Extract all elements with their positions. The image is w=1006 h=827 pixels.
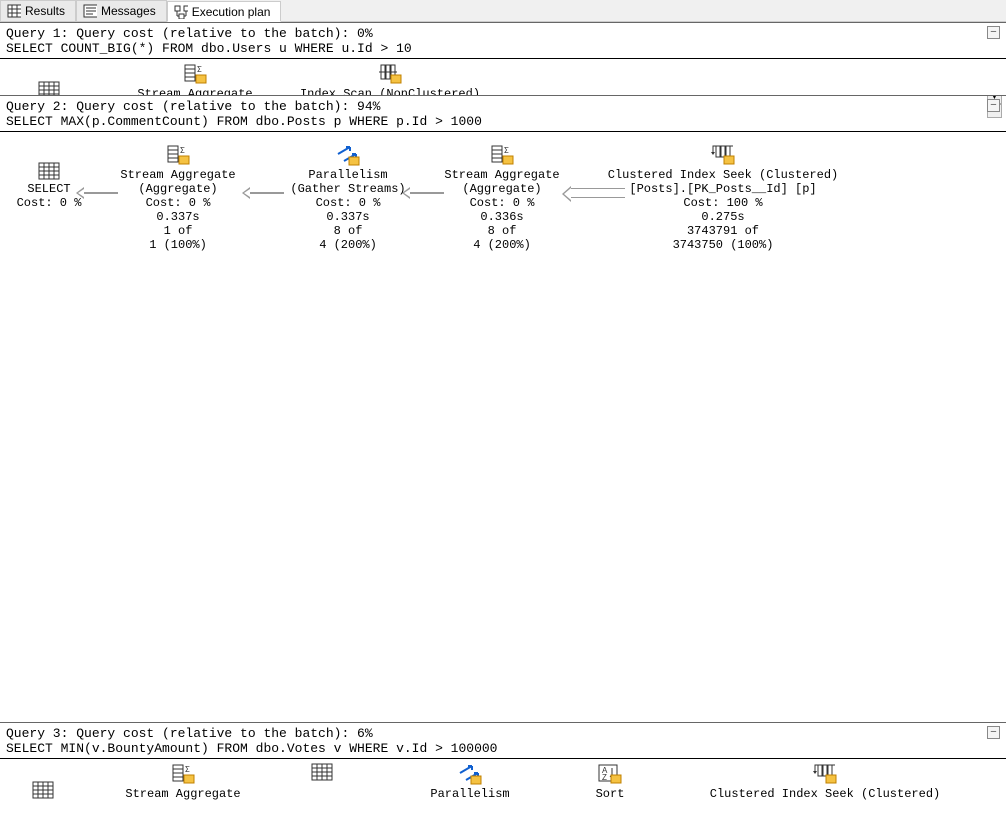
operator-detail-line: Index Scan (NonClustered) [290, 87, 490, 95]
execution-plan-icon [174, 5, 188, 19]
messages-icon [83, 4, 97, 18]
plan-operator-stream-agg[interactable]: Stream Aggregate [108, 763, 258, 801]
tab-results-label: Results [25, 4, 65, 18]
parallelism-icon [458, 763, 482, 785]
collapse-toggle[interactable]: − [987, 726, 1000, 739]
operator-detail-line: 3743750 (100%) [598, 238, 848, 252]
tab-messages[interactable]: Messages [76, 0, 167, 21]
operator-detail-line: 1 (100%) [108, 238, 248, 252]
operator-detail-line: Stream Aggregate [108, 168, 248, 182]
plan-operator-select[interactable] [292, 763, 352, 783]
operator-detail-line: 0.336s [432, 210, 572, 224]
operator-detail-line: [Posts].[PK_Posts__Id] [p] [598, 182, 848, 196]
operator-detail-line: 4 (200%) [432, 238, 572, 252]
stream-agg-icon [490, 144, 514, 166]
operator-detail-line: Stream Aggregate [120, 87, 270, 95]
operator-detail-line: (Aggregate) [108, 182, 248, 196]
query-header: Query 1: Query cost (relative to the bat… [0, 23, 1006, 41]
plan-operator-stream-agg[interactable]: Stream Aggregate [120, 63, 270, 95]
query-header: Query 2: Query cost (relative to the bat… [0, 96, 1006, 114]
operator-detail-line: Cost: 0 % [108, 196, 248, 210]
operator-detail-line: Stream Aggregate [432, 168, 572, 182]
operator-detail-line: (Aggregate) [432, 182, 572, 196]
query-sql: SELECT MAX(p.CommentCount) FROM dbo.Post… [0, 114, 1006, 132]
sort-icon [597, 763, 623, 785]
tab-execplan-label: Execution plan [192, 5, 271, 19]
select-icon [38, 162, 60, 180]
plan-operator-index-seek[interactable]: Clustered Index Seek (Clustered) [700, 763, 950, 801]
query-header: Query 3: Query cost (relative to the bat… [0, 723, 1006, 741]
query-block-1: Query 1: Query cost (relative to the bat… [0, 22, 1006, 95]
grid-icon [7, 4, 21, 18]
parallelism-icon [336, 144, 360, 166]
query-block-2: Query 2: Query cost (relative to the bat… [0, 95, 1006, 722]
result-tabs: Results Messages Execution plan [0, 0, 1006, 22]
operator-detail-line: Parallelism [400, 787, 540, 801]
plan-operator-select[interactable] [18, 781, 68, 801]
stream-agg-icon [166, 144, 190, 166]
stream-agg-icon [183, 63, 207, 85]
plan-canvas[interactable]: Stream Aggregate Index Scan (NonClustered… [0, 59, 1006, 95]
operator-detail-line: Stream Aggregate [108, 787, 258, 801]
plan-operator-stream-agg[interactable]: Stream Aggregate(Aggregate)Cost: 0 %0.33… [432, 144, 572, 252]
operator-detail-line: 0.337s [278, 210, 418, 224]
operator-detail-line: 8 of [278, 224, 418, 238]
index-seek-icon [812, 763, 838, 785]
stream-agg-icon [171, 763, 195, 785]
operator-detail-line: SELECT [14, 182, 84, 196]
operator-detail-line: Sort [570, 787, 650, 801]
plan-operator-select[interactable] [24, 81, 74, 95]
operator-detail-line: Cost: 0 % [432, 196, 572, 210]
operator-detail-line: Cost: 100 % [598, 196, 848, 210]
operator-detail-line: Parallelism [278, 168, 418, 182]
plan-operator-parallelism[interactable]: Parallelism(Gather Streams)Cost: 0 %0.33… [278, 144, 418, 252]
operator-detail-line: 0.275s [598, 210, 848, 224]
plan-canvas[interactable]: Stream Aggregate Parallelism Sort Clustered… [0, 759, 1006, 803]
plan-operator-stream-agg[interactable]: Stream Aggregate(Aggregate)Cost: 0 %0.33… [108, 144, 248, 252]
plan-operator-parallelism[interactable]: Parallelism [400, 763, 540, 801]
collapse-toggle[interactable]: − [987, 99, 1000, 112]
tab-results[interactable]: Results [0, 0, 76, 21]
collapse-toggle[interactable]: − [987, 26, 1000, 39]
select-icon [38, 81, 60, 95]
operator-detail-line: Cost: 0 % [278, 196, 418, 210]
index-seek-icon [710, 144, 736, 166]
query-sql: SELECT MIN(v.BountyAmount) FROM dbo.Vote… [0, 741, 1006, 759]
select-icon [311, 763, 333, 781]
operator-detail-line: 0.337s [108, 210, 248, 224]
plan-operator-select[interactable]: SELECTCost: 0 % [14, 162, 84, 210]
query-block-3: Query 3: Query cost (relative to the bat… [0, 722, 1006, 803]
operator-detail-line: Cost: 0 % [14, 196, 84, 210]
plan-canvas[interactable]: SELECTCost: 0 %Stream Aggregate(Aggregat… [0, 132, 1006, 722]
operator-detail-line: (Gather Streams) [278, 182, 418, 196]
tab-messages-label: Messages [101, 4, 156, 18]
query-sql: SELECT COUNT_BIG(*) FROM dbo.Users u WHE… [0, 41, 1006, 59]
tab-execution-plan[interactable]: Execution plan [167, 1, 282, 22]
select-icon [32, 781, 54, 799]
plan-operator-index-seek[interactable]: Clustered Index Seek (Clustered)[Posts].… [598, 144, 848, 252]
operator-detail-line: Clustered Index Seek (Clustered) [700, 787, 950, 801]
plan-operator-index-scan[interactable]: Index Scan (NonClustered) [290, 63, 490, 95]
operator-detail-line: 4 (200%) [278, 238, 418, 252]
index-scan-icon [377, 63, 403, 85]
operator-detail-line: 3743791 of [598, 224, 848, 238]
plan-operator-sort[interactable]: Sort [570, 763, 650, 801]
operator-detail-line: Clustered Index Seek (Clustered) [598, 168, 848, 182]
execution-plan-area: Query 1: Query cost (relative to the bat… [0, 22, 1006, 827]
operator-detail-line: 1 of [108, 224, 248, 238]
operator-detail-line: 8 of [432, 224, 572, 238]
